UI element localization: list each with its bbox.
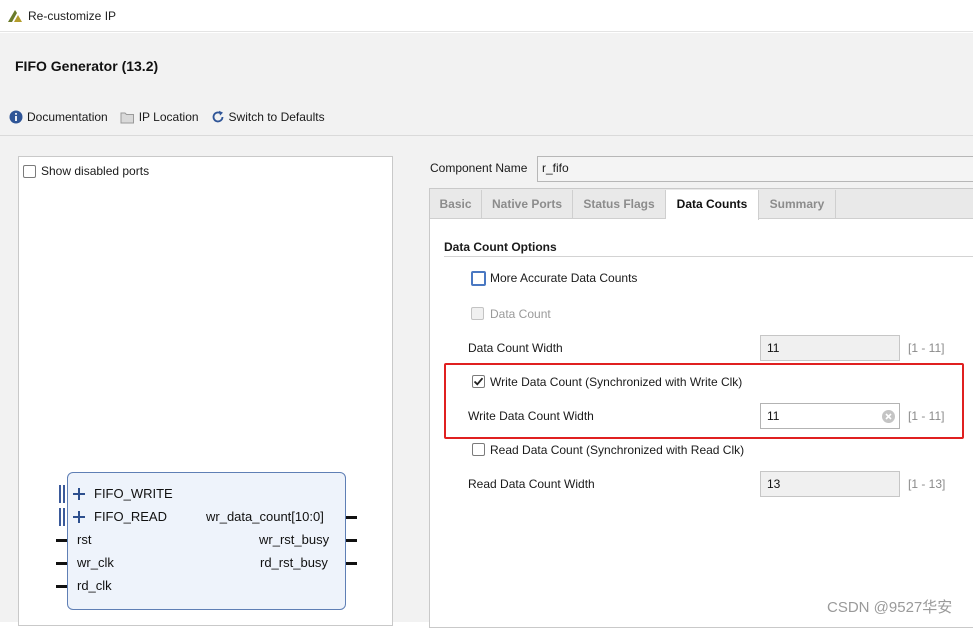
switch-to-defaults-button[interactable]: Switch to Defaults <box>211 110 325 124</box>
clear-icon[interactable] <box>881 409 896 424</box>
write-data-count-checkbox[interactable] <box>472 375 485 388</box>
interface-bar <box>63 508 65 526</box>
port-wr-clk: wr_clk <box>77 555 114 570</box>
window-title: Re-customize IP <box>28 9 117 23</box>
info-icon <box>9 110 23 124</box>
interface-bar <box>59 485 61 503</box>
toolbar-divider <box>0 135 973 136</box>
component-name-input[interactable]: r_fifo <box>537 156 973 182</box>
port-fifo-read: FIFO_READ <box>94 509 167 524</box>
interface-bar <box>63 485 65 503</box>
port-pin <box>346 516 357 519</box>
watermark: CSDN @9527华安 <box>827 599 953 616</box>
more-accurate-data-counts-checkbox[interactable] <box>471 271 486 286</box>
ip-location-label: IP Location <box>138 110 199 124</box>
component-name-label: Component Name <box>430 161 528 175</box>
expand-plus-icon[interactable] <box>73 511 85 523</box>
section-divider <box>444 256 973 257</box>
read-data-count-label: Read Data Count (Synchronized with Read … <box>490 443 745 457</box>
folder-icon <box>120 112 134 123</box>
check-icon <box>473 377 484 386</box>
documentation-label: Documentation <box>27 110 108 124</box>
port-pin <box>56 539 67 542</box>
port-rd-clk: rd_clk <box>77 578 112 593</box>
port-pin <box>56 585 67 588</box>
port-wr-data-count: wr_data_count[10:0] <box>206 509 324 524</box>
write-data-count-width-value: 11 <box>767 409 780 423</box>
read-data-count-checkbox[interactable] <box>472 443 485 456</box>
expand-plus-icon[interactable] <box>73 488 85 500</box>
read-data-count-width-field[interactable]: 13 <box>760 471 900 497</box>
tab-basic[interactable]: Basic <box>430 190 482 219</box>
data-count-width-field[interactable]: 11 <box>760 335 900 361</box>
port-pin <box>346 539 357 542</box>
port-pin <box>346 562 357 565</box>
write-data-count-width-range: [1 - 11] <box>908 409 945 423</box>
interface-bar <box>59 508 61 526</box>
show-disabled-ports-checkbox[interactable] <box>23 165 36 178</box>
write-data-count-width-field[interactable]: 11 <box>760 403 900 429</box>
tab-strip: Basic Native Ports Status Flags Data Cou… <box>430 189 973 220</box>
switch-to-defaults-label: Switch to Defaults <box>228 110 325 124</box>
port-rd-rst-busy: rd_rst_busy <box>260 555 328 570</box>
section-title: Data Count Options <box>444 240 557 254</box>
show-disabled-ports-label: Show disabled ports <box>41 164 150 178</box>
tab-data-counts[interactable]: Data Counts <box>666 190 759 220</box>
config-tabs-panel: Basic Native Ports Status Flags Data Cou… <box>429 188 973 628</box>
data-count-width-range: [1 - 11] <box>908 341 945 355</box>
tab-summary[interactable]: Summary <box>759 190 836 219</box>
data-count-checkbox[interactable] <box>471 307 484 320</box>
ip-symbol-panel: Show disabled ports FIFO_WRITE FIFO_READ… <box>18 156 393 626</box>
tab-native-ports[interactable]: Native Ports <box>482 190 573 219</box>
refresh-icon <box>212 110 223 123</box>
ip-title: FIFO Generator (13.2) <box>15 58 159 74</box>
data-count-label: Data Count <box>490 307 551 321</box>
tab-status-flags[interactable]: Status Flags <box>573 190 666 219</box>
ip-location-button[interactable]: IP Location <box>120 110 199 124</box>
port-fifo-write: FIFO_WRITE <box>94 486 173 501</box>
port-pin <box>56 562 67 565</box>
title-bar: Re-customize IP <box>0 0 973 32</box>
more-accurate-data-counts-label: More Accurate Data Counts <box>490 271 638 285</box>
port-wr-rst-busy: wr_rst_busy <box>259 532 330 547</box>
toolbar: Documentation IP Location Switch to Defa… <box>9 108 337 126</box>
port-rst: rst <box>77 532 92 547</box>
vivado-logo-icon <box>8 10 22 22</box>
read-data-count-width-range: [1 - 13] <box>908 477 946 491</box>
read-data-count-width-label: Read Data Count Width <box>468 477 595 491</box>
write-data-count-label: Write Data Count (Synchronized with Writ… <box>490 375 743 389</box>
documentation-button[interactable]: Documentation <box>9 110 108 124</box>
data-count-width-label: Data Count Width <box>468 341 563 355</box>
write-data-count-width-label: Write Data Count Width <box>468 409 594 423</box>
